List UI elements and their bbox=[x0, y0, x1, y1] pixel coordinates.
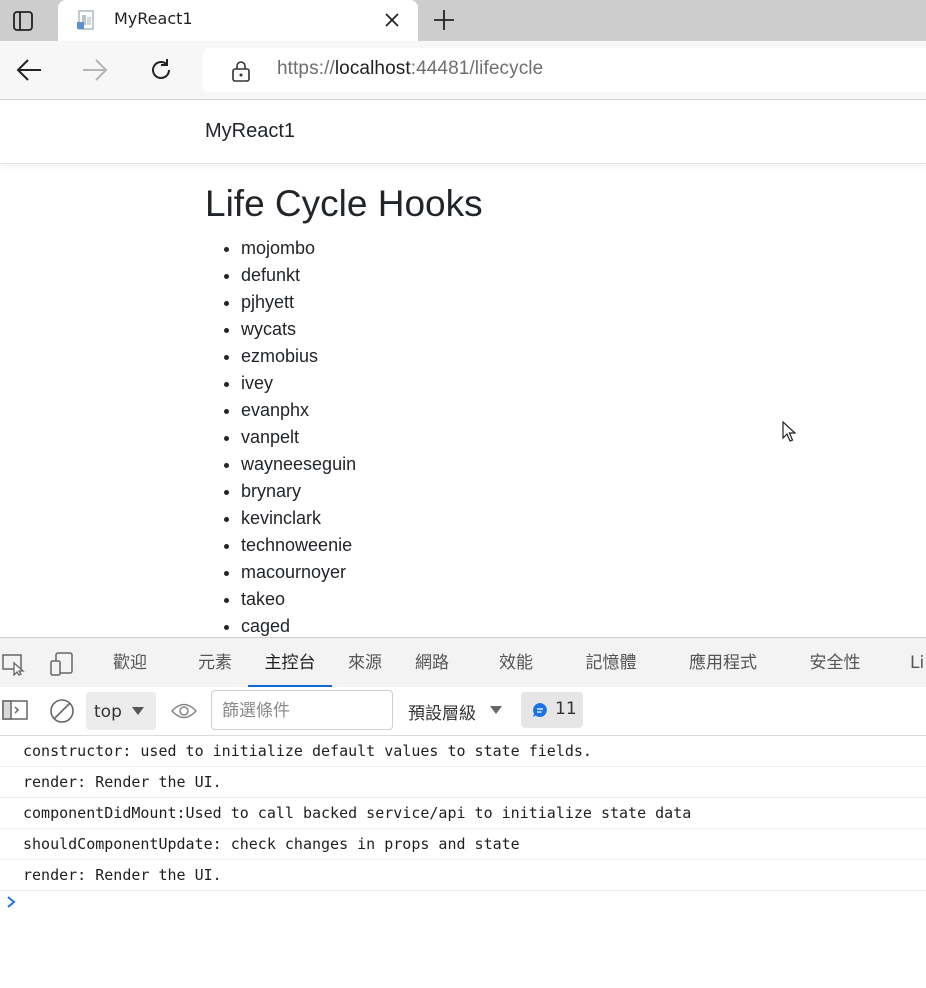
tab-performance[interactable]: 效能 bbox=[495, 638, 537, 687]
list-item: wycats bbox=[241, 316, 356, 343]
devtools-panel: 歡迎 元素 主控台 來源 網路 效能 記憶體 應用程式 安全性 Li top 篩… bbox=[0, 637, 926, 988]
close-tab-button[interactable] bbox=[378, 6, 406, 34]
list-item: ivey bbox=[241, 370, 356, 397]
list-item: evanphx bbox=[241, 397, 356, 424]
sidebar-toggle-icon[interactable] bbox=[2, 699, 28, 721]
device-emulation-icon[interactable] bbox=[50, 652, 74, 676]
url-text[interactable]: https://localhost:44481/lifecycle bbox=[277, 58, 543, 80]
list-item: brynary bbox=[241, 478, 356, 505]
tab-security[interactable]: 安全性 bbox=[806, 638, 864, 687]
list-item: mojombo bbox=[241, 235, 356, 262]
page-title: Life Cycle Hooks bbox=[205, 183, 483, 224]
context-selector[interactable]: top bbox=[86, 692, 156, 730]
tab-network[interactable]: 網路 bbox=[411, 638, 453, 687]
inspect-element-icon[interactable] bbox=[2, 652, 26, 676]
context-value: top bbox=[94, 702, 122, 722]
log-levels-dropdown[interactable]: 預設層級 bbox=[408, 699, 476, 724]
chevron-down-icon bbox=[132, 707, 144, 715]
tab-sources[interactable]: 來源 bbox=[344, 638, 386, 687]
console-message: shouldComponentUpdate: check changes in … bbox=[0, 829, 926, 860]
mouse-cursor-icon bbox=[782, 421, 796, 442]
close-icon bbox=[385, 13, 399, 27]
forward-button[interactable] bbox=[78, 53, 112, 87]
user-list: mojombo defunkt pjhyett wycats ezmobius … bbox=[205, 235, 356, 640]
arrow-left-icon bbox=[16, 59, 41, 81]
tab-console[interactable]: 主控台 bbox=[248, 638, 332, 687]
console-filter[interactable] bbox=[211, 690, 393, 730]
tab-memory[interactable]: 記憶體 bbox=[582, 638, 640, 687]
plus-icon bbox=[434, 10, 454, 30]
tab-actions-button[interactable] bbox=[0, 0, 46, 41]
page-favicon-icon bbox=[77, 10, 94, 30]
list-item: vanpelt bbox=[241, 424, 356, 451]
list-item: wayneeseguin bbox=[241, 451, 356, 478]
refresh-button[interactable] bbox=[144, 53, 178, 87]
tab-application[interactable]: 應用程式 bbox=[685, 638, 761, 687]
address-bar[interactable]: https://localhost:44481/lifecycle bbox=[203, 48, 926, 92]
console-output: constructor: used to initialize default … bbox=[0, 736, 926, 891]
address-bar-row: https://localhost:44481/lifecycle bbox=[0, 41, 926, 100]
issues-count: 11 bbox=[555, 699, 577, 719]
console-message: constructor: used to initialize default … bbox=[0, 736, 926, 767]
tab-title: MyReact1 bbox=[114, 9, 193, 28]
back-button[interactable] bbox=[12, 53, 46, 87]
devtools-tab-bar: 歡迎 元素 主控台 來源 網路 效能 記憶體 應用程式 安全性 Li bbox=[0, 638, 926, 688]
browser-tab-strip: MyReact1 bbox=[0, 0, 926, 41]
app-navbar: MyReact1 bbox=[0, 100, 926, 164]
message-icon bbox=[533, 703, 547, 717]
console-message: render: Render the UI. bbox=[0, 860, 926, 891]
list-item: defunkt bbox=[241, 262, 356, 289]
list-item: kevinclark bbox=[241, 505, 356, 532]
chevron-down-icon bbox=[490, 706, 502, 714]
list-item: macournoyer bbox=[241, 559, 356, 586]
brand-link[interactable]: MyReact1 bbox=[205, 120, 295, 143]
arrow-right-icon bbox=[83, 59, 108, 81]
list-item: pjhyett bbox=[241, 289, 356, 316]
list-item: caged bbox=[241, 613, 356, 640]
tab-actions-icon bbox=[13, 10, 33, 31]
filter-input[interactable] bbox=[220, 700, 384, 722]
new-tab-button[interactable] bbox=[428, 4, 460, 36]
console-prompt-icon[interactable] bbox=[4, 894, 18, 910]
tab-welcome[interactable]: 歡迎 bbox=[108, 638, 152, 687]
browser-tab-active[interactable]: MyReact1 bbox=[58, 0, 418, 41]
lock-icon[interactable] bbox=[231, 60, 251, 82]
list-item: takeo bbox=[241, 586, 356, 613]
issues-counter-button[interactable]: 11 bbox=[521, 692, 583, 728]
tab-lighthouse[interactable]: Li bbox=[910, 638, 926, 687]
refresh-icon bbox=[152, 59, 170, 79]
list-item: ezmobius bbox=[241, 343, 356, 370]
list-item: technoweenie bbox=[241, 532, 356, 559]
console-toolbar: top 預設層級 11 bbox=[0, 687, 926, 736]
tab-elements[interactable]: 元素 bbox=[194, 638, 236, 687]
clear-console-icon[interactable] bbox=[49, 698, 75, 724]
console-message: render: Render the UI. bbox=[0, 767, 926, 798]
console-message: componentDidMount:Used to call backed se… bbox=[0, 798, 926, 829]
eye-icon[interactable] bbox=[171, 701, 197, 721]
